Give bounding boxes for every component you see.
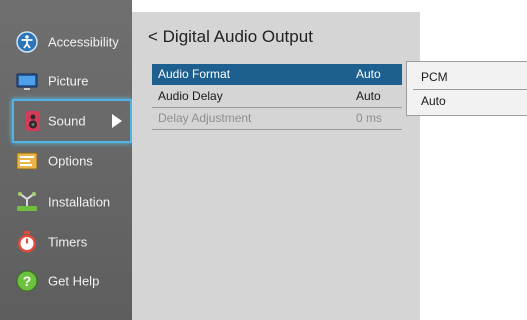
settings-sidebar: Accessibility Picture Sound Options Inst…: [0, 0, 132, 320]
menu-item-options[interactable]: Options: [0, 141, 132, 181]
menu-item-installation[interactable]: Installation: [0, 182, 132, 222]
setting-row-delay-adjustment: Delay Adjustment 0 ms: [152, 108, 402, 130]
page-title[interactable]: < Digital Audio Output: [148, 27, 313, 47]
tv-icon: [16, 70, 38, 92]
menu-item-label: Sound: [48, 113, 86, 129]
setting-name: Audio Delay: [158, 89, 223, 103]
speaker-icon: [22, 110, 44, 132]
network-icon: [16, 191, 38, 213]
dropdown-option-auto[interactable]: Auto: [421, 94, 446, 108]
menu-item-label: Installation: [48, 194, 111, 210]
divider: [413, 89, 527, 90]
menu-item-label: Accessibility: [48, 34, 119, 50]
setting-row-audio-format[interactable]: Audio Format Auto: [152, 64, 402, 85]
menu-item-picture[interactable]: Picture: [0, 61, 132, 101]
setting-value: Auto: [356, 67, 381, 81]
setting-value: 0 ms: [356, 111, 383, 125]
setting-name: Audio Format: [158, 67, 231, 81]
accessibility-icon: [16, 31, 38, 53]
timer-icon: [16, 231, 38, 253]
setting-row-audio-delay[interactable]: Audio Delay Auto: [152, 86, 402, 108]
options-icon: [16, 150, 38, 172]
menu-item-timers[interactable]: Timers: [0, 222, 132, 262]
menu-item-sound[interactable]: Sound: [12, 99, 132, 143]
audio-format-dropdown[interactable]: PCM Auto: [406, 61, 527, 116]
menu-item-label: Timers: [48, 234, 88, 250]
menu-item-get-help[interactable]: ? Get Help: [0, 261, 132, 301]
help-icon: ?: [16, 270, 38, 292]
chevron-right-icon: [112, 114, 122, 128]
menu-item-label: Picture: [48, 73, 89, 89]
setting-value: Auto: [356, 89, 381, 103]
menu-item-label: Options: [48, 153, 93, 169]
menu-item-label: Get Help: [48, 273, 100, 289]
dropdown-option-pcm[interactable]: PCM: [421, 70, 448, 84]
setting-name: Delay Adjustment: [158, 111, 252, 125]
svg-text:?: ?: [23, 273, 32, 289]
digital-audio-output-panel: < Digital Audio Output Audio Format Auto…: [132, 12, 420, 320]
menu-item-accessibility[interactable]: Accessibility: [0, 22, 132, 62]
